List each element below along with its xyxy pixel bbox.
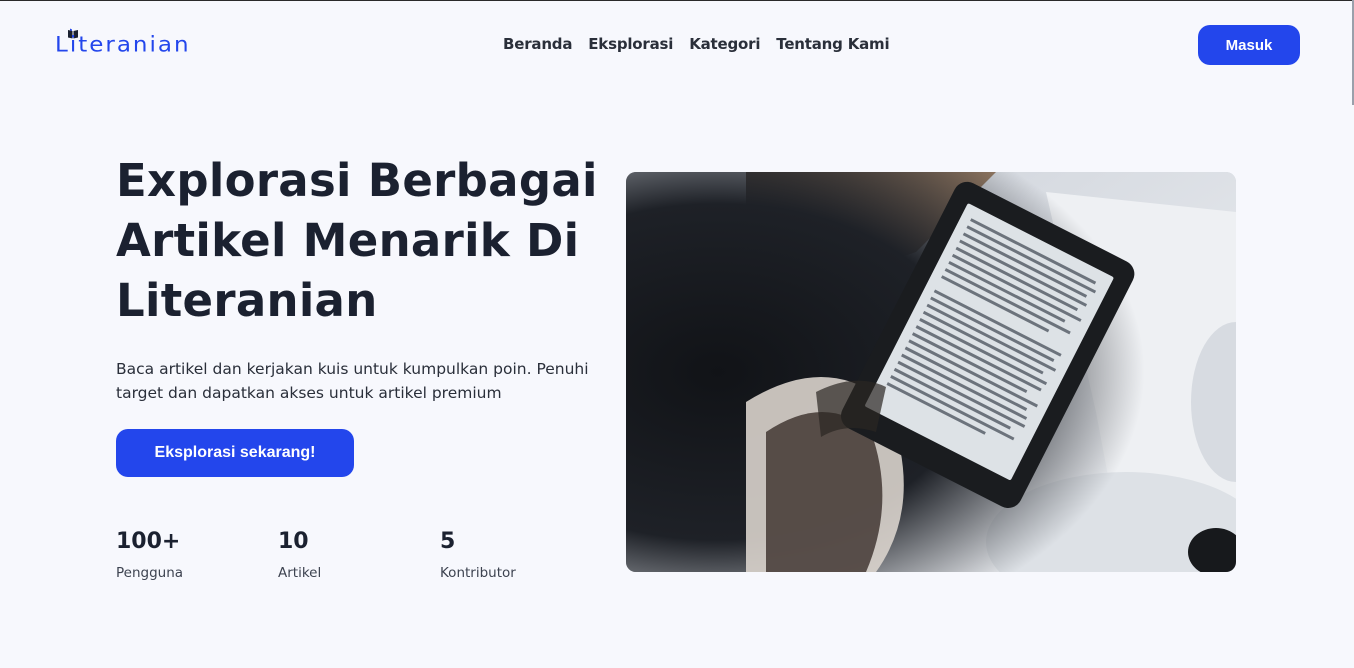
stat-value: 5 <box>440 529 456 554</box>
main-nav: Beranda Eksplorasi Kategori Tentang Kami <box>503 33 890 55</box>
stat-label: Artikel <box>278 565 322 581</box>
hero-image <box>626 172 1236 572</box>
ereader-illustration <box>626 172 1236 572</box>
stat-label: Kontributor <box>440 565 516 581</box>
stat-users: 100+ Pengguna <box>116 528 183 582</box>
login-button[interactable]: Masuk <box>1198 25 1300 65</box>
hero-description: Baca artikel dan kerjakan kuis untuk kum… <box>116 360 589 402</box>
nav-item-beranda[interactable]: Beranda <box>503 33 572 55</box>
nav-item-eksplorasi[interactable]: Eksplorasi <box>588 33 673 55</box>
stat-value: 10 <box>278 529 309 554</box>
brand-name: Literanian <box>55 33 191 57</box>
stat-label: Pengguna <box>116 565 184 581</box>
nav-item-tentang-kami[interactable]: Tentang Kami <box>776 33 889 55</box>
brand-logo[interactable]: Literanian <box>55 28 191 60</box>
stat-contributors: 5 Kontributor <box>440 528 516 582</box>
window-top-border <box>0 0 1354 1</box>
explore-now-button[interactable]: Eksplorasi sekarang! <box>116 429 354 477</box>
hero-title: Explorasi Berbagai Artikel Menarik Di Li… <box>116 154 598 327</box>
stat-articles: 10 Artikel <box>278 528 321 582</box>
stat-value: 100+ <box>116 529 181 554</box>
nav-item-kategori[interactable]: Kategori <box>689 33 760 55</box>
